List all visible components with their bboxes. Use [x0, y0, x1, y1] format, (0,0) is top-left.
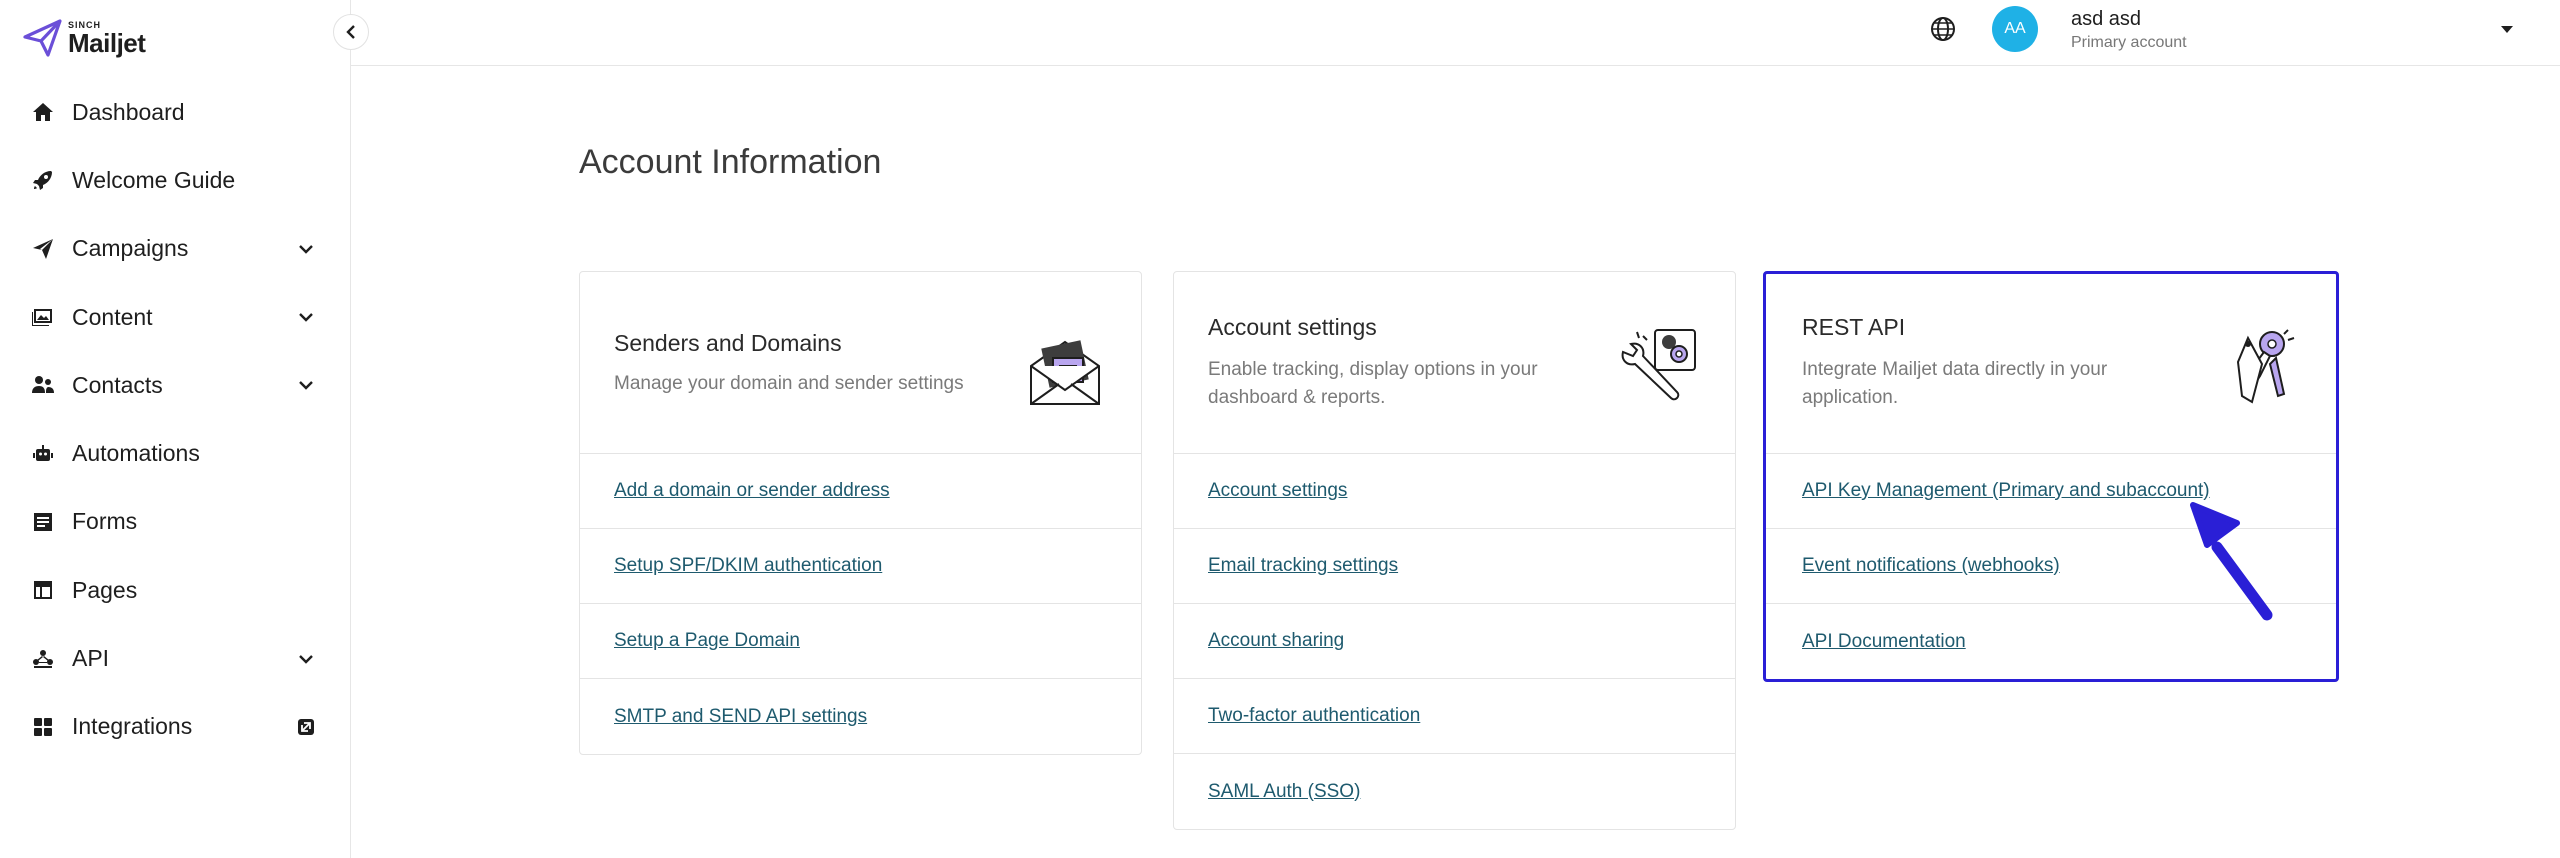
card-title: Account settings [1208, 314, 1377, 340]
card-description: Enable tracking, display options in your… [1208, 359, 1538, 408]
chevron-down-icon[interactable] [296, 307, 316, 327]
mailjet-logo-icon [23, 19, 62, 57]
avatar[interactable]: AA [1992, 6, 2038, 52]
contacts-icon [30, 372, 56, 398]
sidebar-item-welcome-guide[interactable]: Welcome Guide [0, 146, 350, 214]
card-link-row: Account settings [1174, 454, 1735, 529]
robot-icon [30, 441, 56, 467]
sidebar-item-pages[interactable]: Pages [0, 556, 350, 624]
envelope-illustration-icon [1030, 340, 1100, 405]
sidebar-item-forms[interactable]: Forms [0, 488, 350, 556]
sidebar-nav: Dashboard Welcome Guide Campaigns Conten… [0, 78, 350, 761]
caret-down-icon[interactable] [2498, 22, 2516, 36]
account-settings-link[interactable]: Account settings [1208, 480, 1347, 502]
api-documentation-link[interactable]: API Documentation [1802, 631, 1966, 653]
card-link-row: Setup SPF/DKIM authentication [580, 529, 1141, 604]
webhooks-link[interactable]: Event notifications (webhooks) [1802, 555, 2060, 577]
chevron-down-icon[interactable] [296, 649, 316, 669]
account-sharing-link[interactable]: Account sharing [1208, 630, 1344, 652]
image-icon [30, 304, 56, 330]
card-senders-domains: Senders and Domains Manage your domain a… [579, 271, 1142, 755]
spf-dkim-link[interactable]: Setup SPF/DKIM authentication [614, 555, 882, 577]
sidebar: SINCH Mailjet Dashboard Welcome Guide Ca… [0, 0, 351, 858]
sidebar-item-content[interactable]: Content [0, 283, 350, 351]
chevron-down-icon[interactable] [296, 375, 316, 395]
account-type: Primary account [2071, 34, 2187, 51]
grid-icon [30, 714, 56, 740]
sidebar-item-automations[interactable]: Automations [0, 419, 350, 487]
form-icon [30, 509, 56, 535]
smtp-api-settings-link[interactable]: SMTP and SEND API settings [614, 706, 867, 728]
sidebar-item-label: Forms [72, 508, 138, 535]
globe-icon[interactable] [1928, 14, 1958, 44]
card-title: REST API [1802, 314, 1906, 340]
sidebar-item-dashboard[interactable]: Dashboard [0, 78, 350, 146]
sidebar-item-label: Campaigns [72, 235, 189, 262]
logo-mailjet-text: Mailjet [68, 27, 146, 58]
collapse-sidebar-button[interactable] [333, 14, 369, 50]
sidebar-item-label: Pages [72, 576, 138, 603]
annotation-arrow-icon [2190, 502, 2273, 621]
two-factor-link[interactable]: Two-factor authentication [1208, 705, 1420, 727]
paper-plane-icon [30, 236, 56, 262]
card-link-row: SMTP and SEND API settings [580, 679, 1141, 754]
chevron-down-icon[interactable] [296, 239, 316, 259]
card-header: Senders and Domains Manage your domain a… [580, 272, 1141, 454]
card-description: Manage your domain and sender settings [614, 373, 964, 394]
chevron-left-icon [346, 25, 355, 39]
card-link-row: Two-factor authentication [1174, 679, 1735, 754]
sidebar-item-label: Integrations [72, 713, 193, 740]
saml-sso-link[interactable]: SAML Auth (SSO) [1208, 781, 1360, 803]
sidebar-item-campaigns[interactable]: Campaigns [0, 215, 350, 283]
card-description: Integrate Mailjet data directly in your … [1802, 359, 2108, 408]
card-header: REST API Integrate Mailjet data directly… [1766, 274, 2336, 454]
sidebar-item-api[interactable]: API [0, 624, 350, 692]
sidebar-item-integrations[interactable]: Integrations [0, 693, 350, 761]
mailjet-logo[interactable]: SINCH Mailjet [22, 16, 146, 60]
settings-tools-illustration-icon [1621, 329, 1696, 401]
card-account-settings: Account settings Enable tracking, displa… [1173, 271, 1736, 830]
page-title: Account Information [579, 143, 882, 181]
sidebar-item-label: API [72, 645, 110, 672]
card-link-row: Account sharing [1174, 604, 1735, 679]
card-link-row: Add a domain or sender address [580, 454, 1141, 529]
home-icon [30, 99, 56, 125]
layout-icon [30, 577, 56, 603]
sidebar-item-label: Contacts [72, 371, 163, 398]
sidebar-item-label: Dashboard [72, 98, 185, 125]
sidebar-item-label: Welcome Guide [72, 166, 236, 193]
email-tracking-link[interactable]: Email tracking settings [1208, 555, 1398, 577]
sidebar-item-contacts[interactable]: Contacts [0, 351, 350, 419]
sidebar-item-label: Automations [72, 440, 200, 467]
card-title: Senders and Domains [614, 330, 842, 356]
api-keys-illustration-icon [2236, 329, 2295, 404]
card-link-row: Email tracking settings [1174, 529, 1735, 604]
page-domain-link[interactable]: Setup a Page Domain [614, 630, 800, 652]
add-domain-link[interactable]: Add a domain or sender address [614, 480, 890, 502]
rocket-icon [30, 167, 56, 193]
api-key-management-link[interactable]: API Key Management (Primary and subaccou… [1802, 480, 2210, 502]
api-icon [30, 646, 56, 672]
card-link-row: SAML Auth (SSO) [1174, 754, 1735, 829]
top-header: AA asd asd Primary account [351, 0, 2560, 66]
external-link-icon [296, 717, 316, 737]
user-name[interactable]: asd asd [2071, 8, 2141, 31]
card-header: Account settings Enable tracking, displa… [1174, 272, 1735, 454]
card-link-row: Setup a Page Domain [580, 604, 1141, 679]
sidebar-item-label: Content [72, 303, 153, 330]
